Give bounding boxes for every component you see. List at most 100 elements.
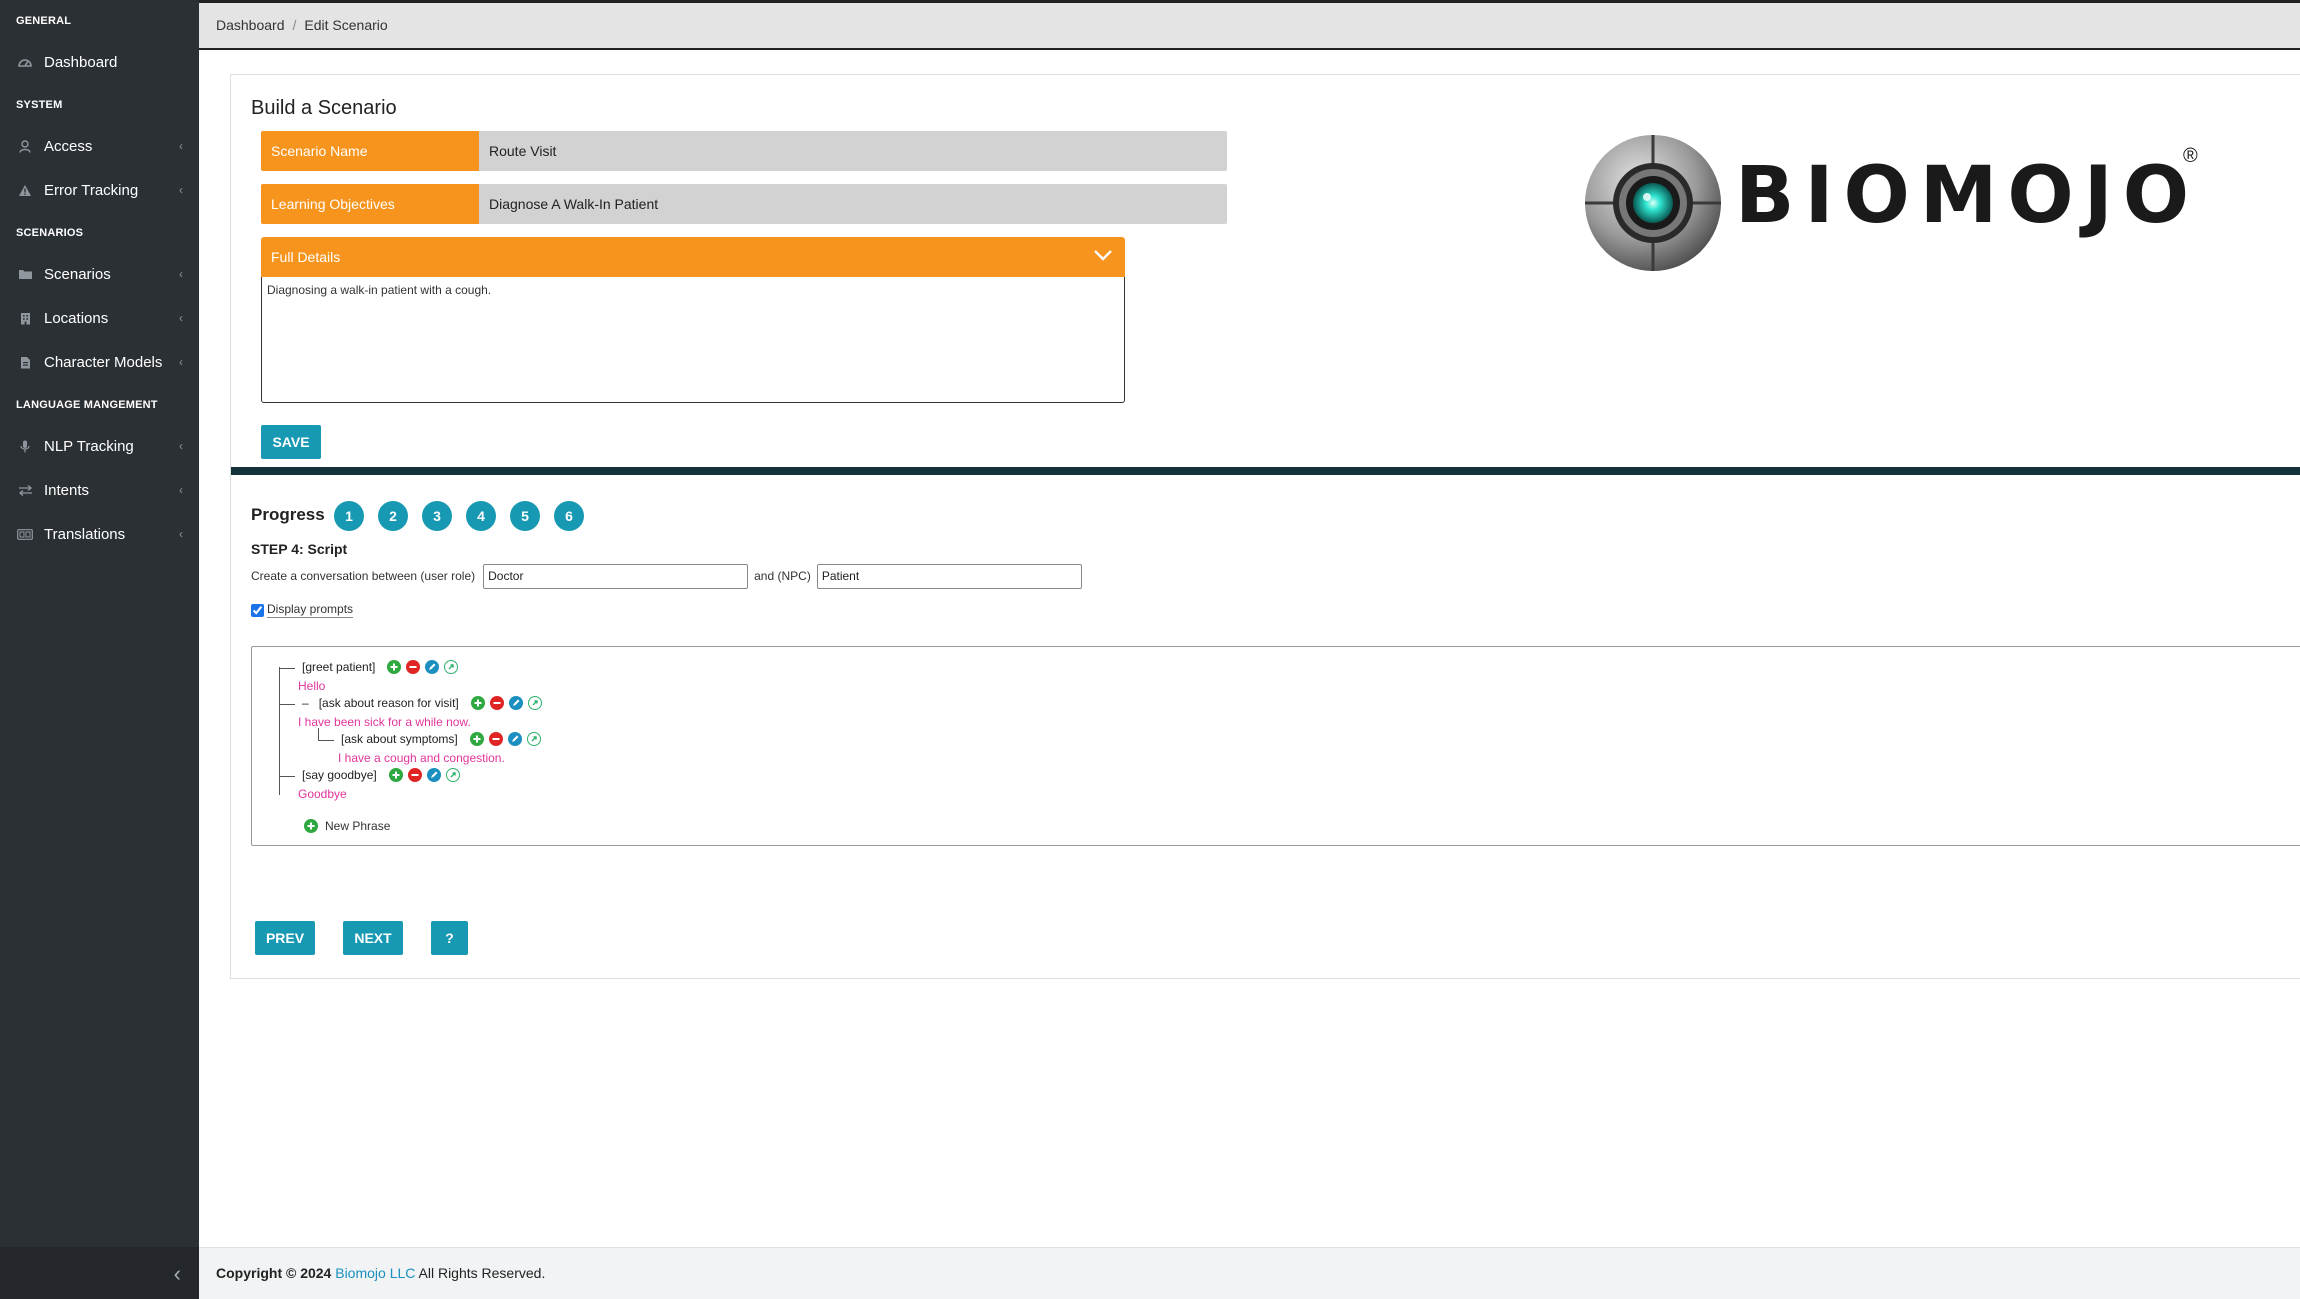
sidebar-item-dashboard[interactable]: Dashboard [0, 40, 199, 84]
sidebar-item-label: Intents [44, 481, 90, 499]
step-3-button[interactable]: 3 [422, 501, 452, 531]
chevron-left-icon: ‹ [179, 483, 183, 497]
remove-icon[interactable] [407, 768, 422, 782]
conversation-roles-row: Create a conversation between (user role… [251, 563, 1082, 589]
arrows-icon [16, 483, 34, 497]
new-phrase-label: New Phrase [325, 819, 391, 833]
footer-copyright: Copyright © 2024 [216, 1265, 332, 1281]
edit-icon[interactable] [426, 768, 441, 782]
step-4-button[interactable]: 4 [466, 501, 496, 531]
registered-mark: ® [2183, 145, 2198, 167]
remove-icon[interactable] [488, 732, 503, 746]
user-role-input[interactable] [483, 563, 749, 589]
remove-icon[interactable] [489, 696, 504, 710]
node-prompt[interactable]: [ask about reason for visit] [319, 696, 459, 710]
tree-connector [279, 668, 295, 669]
node-prompt[interactable]: [ask about symptoms] [341, 732, 458, 746]
breadcrumb-home[interactable]: Dashboard [216, 17, 285, 33]
node-response: I have been sick for a while now. [298, 715, 471, 729]
display-prompts-label: Display prompts [267, 602, 354, 618]
node-response: Hello [298, 679, 326, 693]
chevron-left-icon: ‹ [179, 267, 183, 281]
link-icon[interactable] [444, 660, 459, 674]
edit-icon[interactable] [508, 696, 523, 710]
learning-objectives-field[interactable]: Diagnose A Walk-In Patient [479, 184, 1227, 224]
building-icon [16, 311, 34, 325]
full-details-header[interactable]: Full Details [261, 237, 1125, 277]
link-icon[interactable] [526, 732, 541, 746]
full-details-textarea[interactable]: Diagnosing a walk-in patient with a coug… [261, 277, 1125, 403]
chevron-down-icon[interactable] [1091, 243, 1115, 267]
remove-icon[interactable] [406, 660, 421, 674]
sidebar-item-translations[interactable]: Translations ‹ [0, 512, 199, 556]
add-icon[interactable] [469, 732, 484, 746]
display-prompts-row[interactable]: Display prompts [251, 602, 354, 618]
tree-connector [279, 704, 295, 705]
link-icon[interactable] [445, 768, 460, 782]
add-icon[interactable] [388, 768, 403, 782]
scenario-name-field[interactable]: Route Visit [479, 131, 1227, 171]
sidebar-section-system: SYSTEM [16, 99, 63, 111]
sidebar-item-label: Access [44, 137, 93, 155]
chevron-left-icon: ‹ [179, 355, 183, 369]
sidebar-item-intents[interactable]: Intents ‹ [0, 468, 199, 512]
node-response: I have a cough and congestion. [338, 751, 505, 765]
save-button[interactable]: SAVE [261, 425, 321, 459]
sidebar-item-character-models[interactable]: Character Models ‹ [0, 340, 199, 384]
step-title: STEP 4: Script [251, 541, 348, 557]
tree-connector [318, 740, 334, 741]
scenario-name-label: Scenario Name [261, 131, 479, 171]
node-prompt[interactable]: [greet patient] [302, 660, 375, 674]
sidebar-collapse-icon[interactable]: ‹ [174, 1261, 181, 1287]
next-button[interactable]: NEXT [343, 921, 403, 955]
chevron-left-icon: ‹ [179, 139, 183, 153]
step-2-button[interactable]: 2 [378, 501, 408, 531]
sidebar-item-label: Locations [44, 309, 109, 327]
microphone-icon [16, 439, 34, 453]
translate-icon [16, 527, 34, 541]
file-icon [16, 355, 34, 369]
script-node: [say goodbye] [302, 768, 460, 782]
sidebar-item-locations[interactable]: Locations ‹ [0, 296, 199, 340]
conversation-prefix-label: Create a conversation between (user role… [251, 569, 476, 583]
breadcrumb: Dashboard / Edit Scenario [199, 0, 2300, 50]
new-phrase-button[interactable]: New Phrase [304, 819, 390, 833]
sidebar-item-access[interactable]: Access ‹ [0, 124, 199, 168]
edit-icon[interactable] [425, 660, 440, 674]
link-icon[interactable] [527, 696, 542, 710]
collapse-toggle[interactable]: – [302, 696, 309, 710]
chevron-left-icon: ‹ [179, 439, 183, 453]
logo-text: BIOMOJO [1735, 151, 2200, 241]
npc-role-input[interactable] [816, 563, 1082, 589]
tree-connector [279, 776, 295, 777]
sidebar-item-scenarios[interactable]: Scenarios ‹ [0, 252, 199, 296]
display-prompts-checkbox[interactable] [251, 603, 264, 617]
sidebar-section-general: GENERAL [16, 15, 72, 27]
footer: Copyright © 2024 Biomojo LLC All Rights … [199, 1247, 2300, 1299]
step-6-button[interactable]: 6 [554, 501, 584, 531]
help-button[interactable]: ? [431, 921, 468, 955]
chevron-left-icon: ‹ [179, 183, 183, 197]
footer-company-link[interactable]: Biomojo LLC [335, 1265, 415, 1281]
learning-objectives-row: Learning Objectives Diagnose A Walk-In P… [261, 184, 1227, 224]
chevron-left-icon: ‹ [179, 311, 183, 325]
node-response: Goodbye [298, 787, 347, 801]
sidebar: GENERAL Dashboard SYSTEM Access ‹ Error … [0, 0, 199, 1299]
sidebar-item-label: Character Models [44, 353, 163, 371]
breadcrumb-current: Edit Scenario [304, 17, 388, 33]
sidebar-item-error-tracking[interactable]: Error Tracking ‹ [0, 168, 199, 212]
breadcrumb-separator: / [292, 17, 297, 33]
sidebar-item-nlp-tracking[interactable]: NLP Tracking ‹ [0, 424, 199, 468]
progress-label: Progress [251, 505, 325, 524]
scenario-name-row: Scenario Name Route Visit [261, 131, 1227, 171]
step-5-button[interactable]: 5 [510, 501, 540, 531]
script-tree: [greet patient] Hello – [ask about reaso… [251, 646, 2300, 846]
learning-objectives-label: Learning Objectives [261, 184, 479, 224]
add-icon[interactable] [470, 696, 485, 710]
sidebar-item-label: Error Tracking [44, 181, 139, 199]
add-icon[interactable] [387, 660, 402, 674]
step-1-button[interactable]: 1 [334, 501, 364, 531]
node-prompt[interactable]: [say goodbye] [302, 768, 377, 782]
edit-icon[interactable] [507, 732, 522, 746]
prev-button[interactable]: PREV [255, 921, 315, 955]
